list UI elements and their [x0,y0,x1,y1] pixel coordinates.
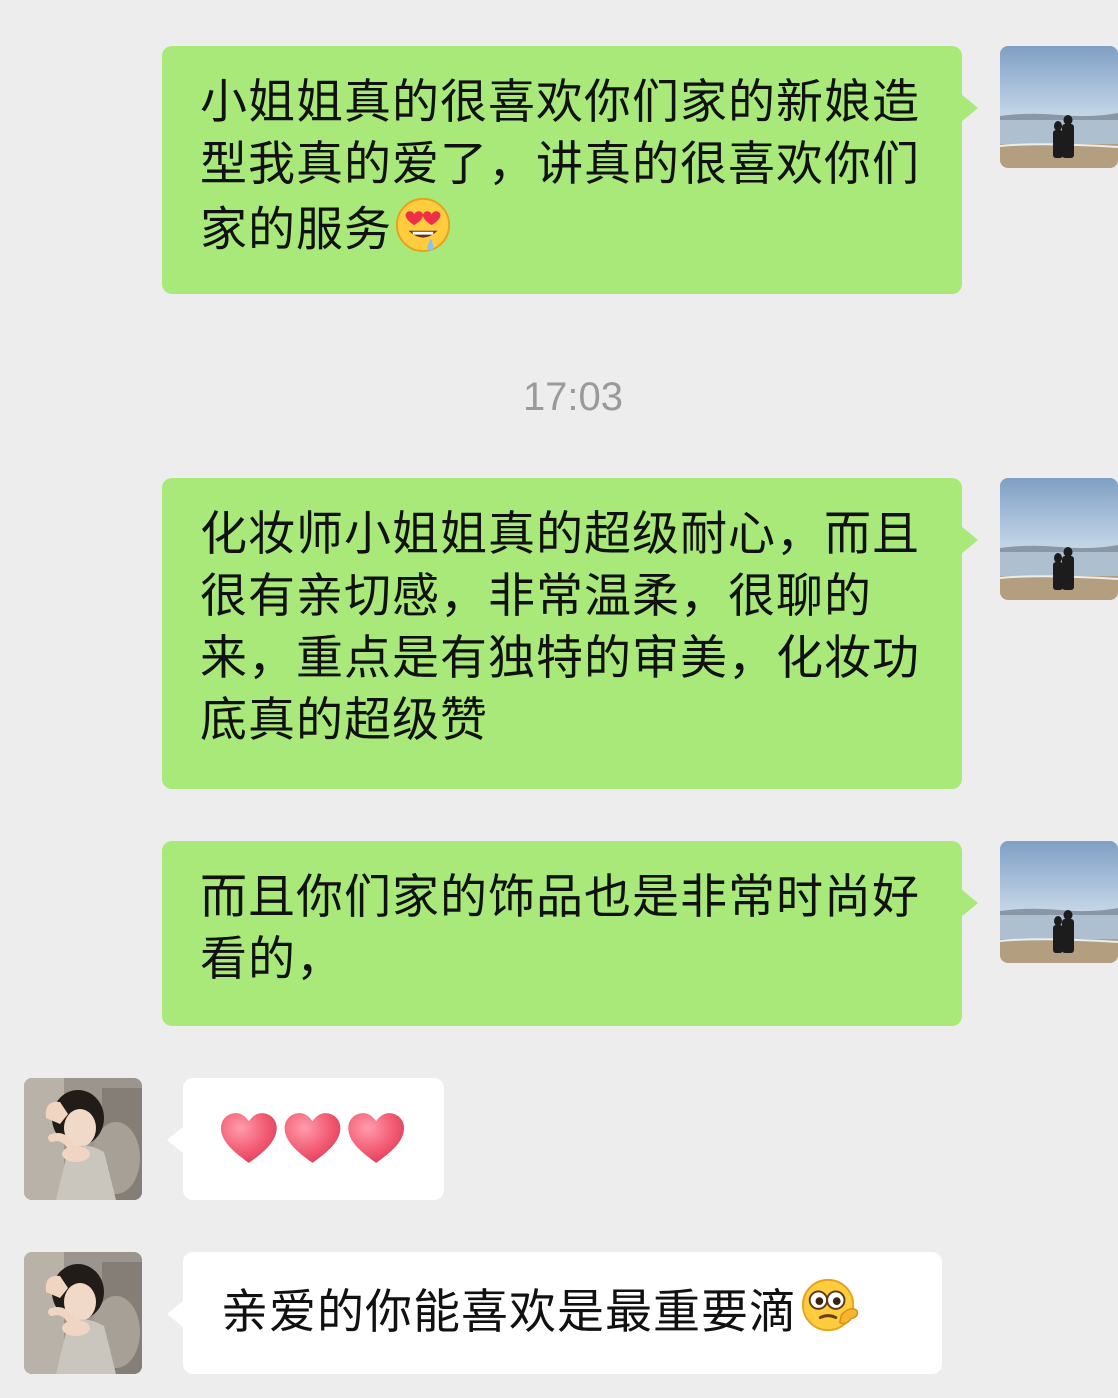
contact-avatar[interactable] [24,1252,142,1374]
thinking-monocle-face-emoji-icon [799,1276,861,1350]
message-timestamp: 17:03 [522,375,624,419]
my-avatar[interactable] [1000,841,1118,963]
contact-message-bubble[interactable] [167,1078,444,1200]
red-heart-emoji-icon [348,1113,405,1163]
my-avatar[interactable] [1000,478,1118,600]
message-text: 化妆师小姐姐真的超级耐心，而且很有亲切感，非常温柔，很聊的来，重点是有独特的审美… [200,507,920,748]
my-message-bubble[interactable]: 而且你们家的饰品也是非常时尚好看的， [162,841,978,1026]
message-text: 亲爱的你能喜欢是最重要滴 [221,1285,797,1340]
contact-message-bubble[interactable]: 亲爱的你能喜欢是最重要滴 [167,1252,942,1374]
my-message-bubble[interactable]: 小姐姐真的很喜欢你们家的新娘造型我真的爱了，讲真的很喜欢你们家的服务 [162,46,978,294]
heart-eyes-drooling-emoji-icon [394,196,452,270]
message-text: 而且你们家的饰品也是非常时尚好看的， [200,870,920,987]
red-heart-emoji-icon [284,1113,341,1163]
heart-emoji-row [220,1113,405,1163]
message-text: 小姐姐真的很喜欢你们家的新娘造型我真的爱了，讲真的很喜欢你们家的服务 [200,75,920,258]
contact-avatar[interactable] [24,1078,142,1200]
red-heart-emoji-icon [220,1113,277,1163]
my-message-bubble[interactable]: 化妆师小姐姐真的超级耐心，而且很有亲切感，非常温柔，很聊的来，重点是有独特的审美… [162,478,978,789]
my-avatar[interactable] [1000,46,1118,168]
